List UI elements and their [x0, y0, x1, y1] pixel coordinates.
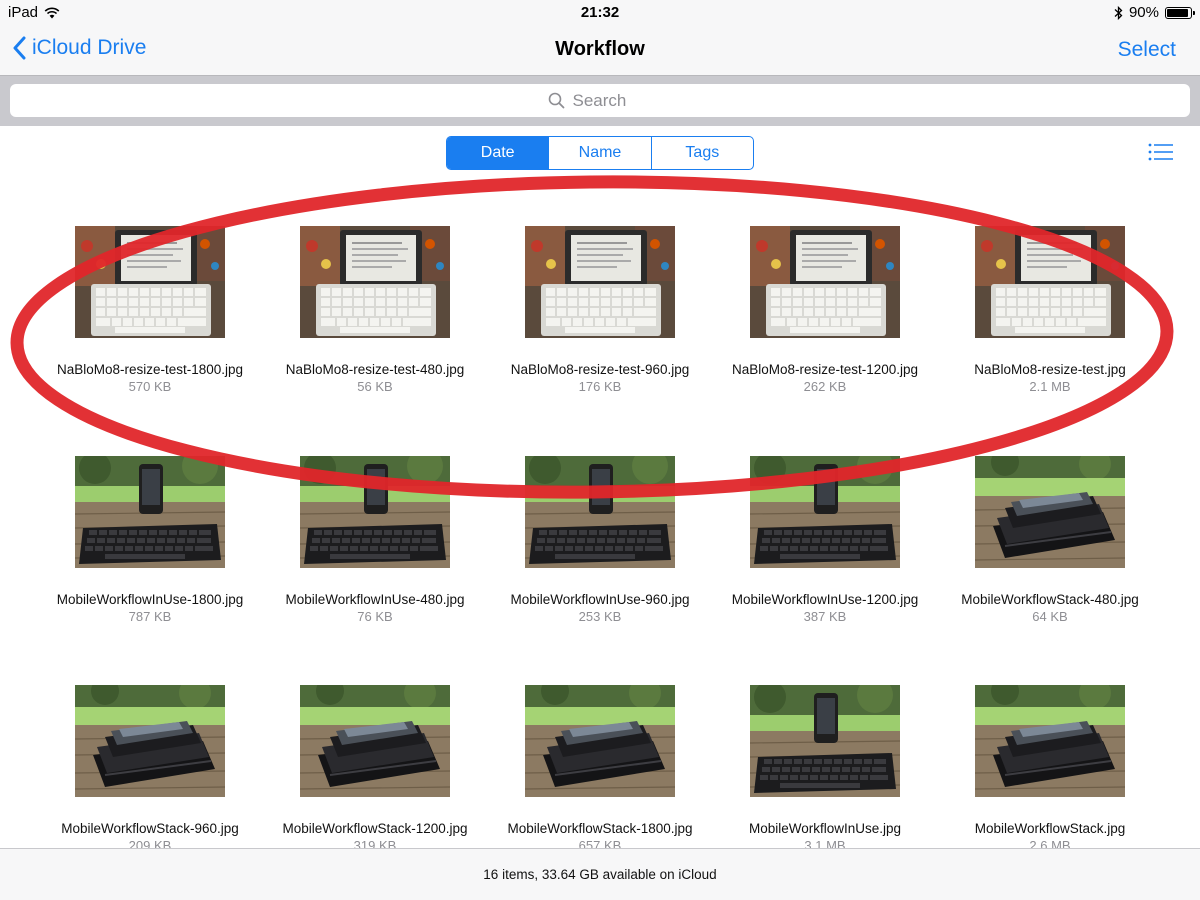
file-grid: NaBloMo8-resize-test-1800.jpg 570 KB NaB… — [0, 180, 1200, 848]
file-item[interactable]: NaBloMo8-resize-test-1200.jpg 262 KB — [715, 226, 935, 394]
file-size: 2.6 MB — [1029, 838, 1071, 848]
file-item[interactable]: MobileWorkflowInUse-1800.jpg 787 KB — [40, 456, 260, 624]
file-name: MobileWorkflowInUse-480.jpg — [285, 592, 465, 607]
file-size: 262 KB — [803, 379, 847, 394]
file-thumbnail — [975, 226, 1125, 338]
file-thumbnail — [525, 685, 675, 797]
bluetooth-icon — [1114, 5, 1123, 20]
file-item[interactable]: NaBloMo8-resize-test-960.jpg 176 KB — [490, 226, 710, 394]
back-button[interactable]: iCloud Drive — [12, 36, 146, 60]
file-thumbnail — [750, 685, 900, 797]
file-size: 570 KB — [128, 379, 172, 394]
file-size: 253 KB — [578, 609, 622, 624]
file-name: MobileWorkflowInUse-1800.jpg — [56, 592, 244, 607]
file-name: MobileWorkflowStack-960.jpg — [61, 821, 239, 836]
file-name: MobileWorkflowStack-480.jpg — [961, 592, 1139, 607]
file-size: 76 KB — [357, 609, 393, 624]
file-size: 387 KB — [803, 609, 847, 624]
file-thumbnail — [750, 226, 900, 338]
wifi-icon — [44, 6, 60, 18]
file-thumbnail — [75, 685, 225, 797]
file-item[interactable]: MobileWorkflowStack-1800.jpg 657 KB — [490, 685, 710, 848]
file-name: NaBloMo8-resize-test-1800.jpg — [56, 362, 244, 377]
file-item[interactable]: MobileWorkflowStack.jpg 2.6 MB — [940, 685, 1160, 848]
file-item[interactable]: NaBloMo8-resize-test-1800.jpg 570 KB — [40, 226, 260, 394]
file-thumbnail — [975, 685, 1125, 797]
file-thumbnail — [300, 226, 450, 338]
file-thumbnail — [525, 456, 675, 568]
file-item[interactable]: MobileWorkflowStack-480.jpg 64 KB — [940, 456, 1160, 624]
file-size: 176 KB — [578, 379, 622, 394]
file-item[interactable]: MobileWorkflowInUse-1200.jpg 387 KB — [715, 456, 935, 624]
file-size: 209 KB — [128, 838, 172, 848]
file-size: 319 KB — [353, 838, 397, 848]
file-item[interactable]: MobileWorkflowInUse-480.jpg 76 KB — [265, 456, 485, 624]
back-button-label: iCloud Drive — [32, 36, 147, 59]
battery-icon — [1165, 6, 1195, 19]
status-bar: iPad 21:32 90% — [0, 0, 1200, 26]
tab-date[interactable]: Date — [447, 137, 550, 169]
chevron-left-icon — [13, 36, 26, 60]
file-name: MobileWorkflowInUse-960.jpg — [510, 592, 690, 607]
battery-percent: 90% — [1128, 4, 1159, 21]
status-right: 90% — [1114, 4, 1195, 21]
file-name: NaBloMo8-resize-test.jpg — [974, 362, 1126, 377]
file-thumbnail — [75, 226, 225, 338]
search-input[interactable] — [572, 90, 653, 111]
battery-fill — [1167, 8, 1188, 17]
file-name: MobileWorkflowStack-1800.jpg — [507, 821, 693, 836]
file-item[interactable]: MobileWorkflowInUse.jpg 3.1 MB — [715, 685, 935, 848]
file-name: NaBloMo8-resize-test-960.jpg — [510, 362, 690, 377]
file-name: MobileWorkflowInUse.jpg — [748, 821, 902, 836]
file-name: NaBloMo8-resize-test-480.jpg — [285, 362, 465, 377]
tab-tags[interactable]: Tags — [652, 137, 753, 169]
magnifier-icon — [548, 92, 564, 109]
tab-name[interactable]: Name — [549, 137, 652, 169]
select-button[interactable]: Select — [1118, 38, 1176, 62]
file-item[interactable]: MobileWorkflowStack-1200.jpg 319 KB — [265, 685, 485, 848]
status-time: 21:32 — [580, 4, 620, 21]
file-size: 657 KB — [578, 838, 622, 848]
file-name: MobileWorkflowInUse-1200.jpg — [731, 592, 919, 607]
file-item[interactable]: NaBloMo8-resize-test-480.jpg 56 KB — [265, 226, 485, 394]
navigation-bar: iCloud Drive Workflow Select — [0, 26, 1200, 76]
file-item[interactable]: MobileWorkflowStack-960.jpg 209 KB — [40, 685, 260, 848]
storage-summary: 16 items, 33.64 GB available on iCloud — [483, 867, 717, 882]
file-thumbnail — [975, 456, 1125, 568]
search-field[interactable] — [10, 84, 1190, 117]
status-left: iPad — [8, 4, 60, 21]
file-size: 2.1 MB — [1029, 379, 1071, 394]
sort-segmented-control: Date Name Tags — [446, 136, 754, 170]
file-item[interactable]: MobileWorkflowInUse-960.jpg 253 KB — [490, 456, 710, 624]
device-label: iPad — [8, 4, 39, 21]
file-name: NaBloMo8-resize-test-1200.jpg — [731, 362, 919, 377]
file-thumbnail — [300, 456, 450, 568]
file-size: 3.1 MB — [804, 838, 846, 848]
search-bar — [0, 76, 1200, 126]
file-thumbnail — [300, 685, 450, 797]
file-size: 56 KB — [357, 379, 393, 394]
footer-bar: 16 items, 33.64 GB available on iCloud — [0, 848, 1200, 900]
file-size: 64 KB — [1032, 609, 1068, 624]
file-name: MobileWorkflowStack-1200.jpg — [282, 821, 468, 836]
page-title: Workflow — [555, 38, 645, 60]
file-size: 787 KB — [128, 609, 172, 624]
file-name: MobileWorkflowStack.jpg — [974, 821, 1126, 836]
file-thumbnail — [525, 226, 675, 338]
file-thumbnail — [75, 456, 225, 568]
file-thumbnail — [750, 456, 900, 568]
file-item[interactable]: NaBloMo8-resize-test.jpg 2.1 MB — [940, 226, 1160, 394]
list-icon[interactable] — [1148, 142, 1174, 162]
